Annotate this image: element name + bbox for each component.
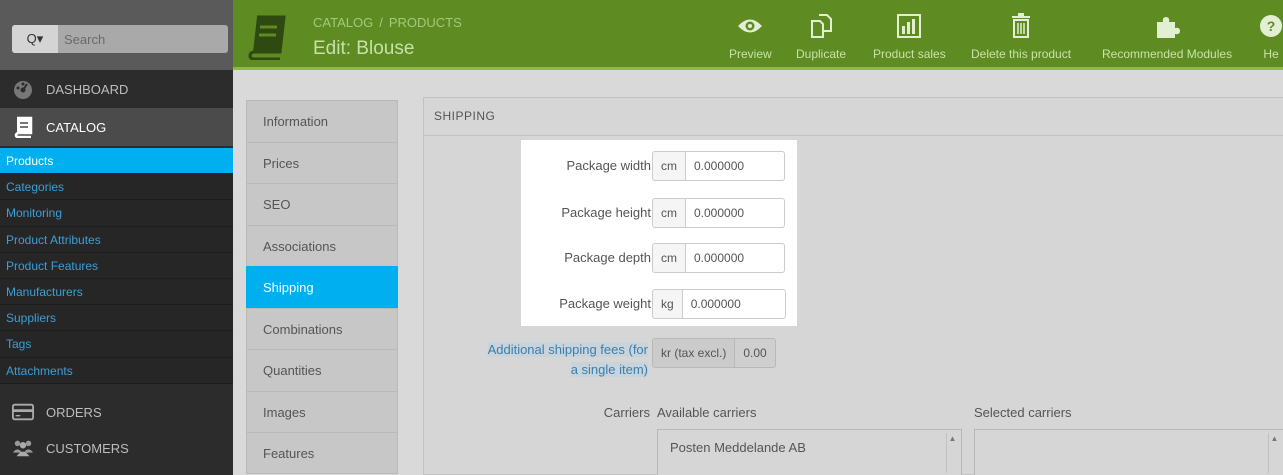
product-tabs: Information Prices SEO Associations Ship… <box>246 100 398 474</box>
sidebar-section-label: ORDERS <box>46 404 102 420</box>
delete-product-label: Delete this product <box>971 47 1072 61</box>
package-weight-label: Package weight <box>559 296 651 311</box>
fees-label-line1: Additional shipping fees (for <box>487 342 648 357</box>
sidebar-section-catalog[interactable]: CATALOG <box>0 108 233 146</box>
carriers-label: Carriers <box>603 405 650 420</box>
tab-prices[interactable]: Prices <box>246 141 398 183</box>
selected-carriers-list[interactable]: ▲ <box>974 429 1283 475</box>
duplicate-label: Duplicate <box>796 47 847 61</box>
available-carriers-list[interactable]: Posten Meddelande AB ▲ <box>657 429 962 475</box>
breadcrumb-products[interactable]: PRODUCTS <box>389 15 462 30</box>
puzzle-icon <box>1153 12 1181 40</box>
package-depth-row: Package depth cm 0.000000 <box>521 243 797 273</box>
dashboard-gauge-icon <box>12 78 34 100</box>
help-label: He <box>1263 47 1279 61</box>
sidebar-item-manufacturers[interactable]: Manufacturers <box>0 278 233 306</box>
trash-icon <box>1007 12 1035 40</box>
sidebar-section-label: CATALOG <box>46 119 107 135</box>
sidebar-section-orders[interactable]: ORDERS <box>0 394 233 430</box>
unit-addon: cm <box>652 198 685 228</box>
help-icon: ? <box>1257 12 1283 40</box>
eye-icon <box>736 12 764 40</box>
search-type-label: Q▾ <box>26 31 44 46</box>
catalog-submenu: Products Categories Monitoring Product A… <box>0 148 233 384</box>
currency-addon: kr (tax excl.) <box>652 338 735 368</box>
users-icon <box>12 437 34 459</box>
sidebar-section-label: CUSTOMERS <box>46 440 129 456</box>
breadcrumb: CATALOG / PRODUCTS <box>313 15 462 30</box>
tab-combinations[interactable]: Combinations <box>246 307 398 349</box>
package-height-label: Package height <box>561 205 651 220</box>
package-width-label: Package width <box>566 158 651 173</box>
scrollbar-up-icon[interactable]: ▲ <box>946 433 958 473</box>
tab-features[interactable]: Features <box>246 432 398 474</box>
bar-chart-icon <box>895 12 923 40</box>
sidebar-item-suppliers[interactable]: Suppliers <box>0 305 233 332</box>
product-sales-button[interactable]: Product sales <box>873 12 946 62</box>
carrier-option[interactable]: Posten Meddelande AB <box>658 430 961 465</box>
recommended-modules-label: Recommended Modules <box>1102 47 1233 61</box>
package-depth-label: Package depth <box>564 250 651 265</box>
sidebar-item-product-attributes[interactable]: Product Attributes <box>0 226 233 253</box>
package-width-row: Package width cm 0.000000 <box>521 151 797 181</box>
credit-card-icon <box>12 401 34 423</box>
tab-associations[interactable]: Associations <box>246 224 398 266</box>
page-header: CATALOG / PRODUCTS Edit: Blouse Preview Du… <box>233 0 1283 67</box>
book-icon <box>12 116 34 138</box>
unit-addon: cm <box>652 243 685 273</box>
search-bar: Q▾ <box>0 0 233 70</box>
sidebar-section-dashboard[interactable]: DASHBOARD <box>0 70 233 108</box>
additional-shipping-fees-label: Additional shipping fees (for a single i… <box>450 340 648 380</box>
book-icon <box>247 14 289 61</box>
additional-fees-group: kr (tax excl.) 0.00 <box>652 338 776 368</box>
search-input[interactable] <box>64 25 224 53</box>
duplicate-button[interactable]: Duplicate <box>796 12 846 62</box>
sidebar-section-customers[interactable]: CUSTOMERS <box>0 430 233 466</box>
sidebar: Q▾ DASHBOARD CATALOG Products Categories… <box>0 0 233 475</box>
product-sales-label: Product sales <box>873 47 946 61</box>
available-carriers-title: Available carriers <box>657 405 757 420</box>
package-dimensions-box: Package width cm 0.000000 Package height… <box>521 140 797 326</box>
search-type-button[interactable]: Q▾ <box>12 25 58 53</box>
fees-label-line2: a single item) <box>570 362 648 377</box>
help-button[interactable]: ? He <box>1257 12 1283 62</box>
package-height-input[interactable]: 0.000000 <box>685 198 785 228</box>
sidebar-item-products[interactable]: Products <box>0 148 233 175</box>
sidebar-item-attachments[interactable]: Attachments <box>0 357 233 384</box>
package-weight-row: Package weight kg 0.000000 <box>521 289 797 319</box>
package-depth-input[interactable]: 0.000000 <box>685 243 785 273</box>
duplicate-icon <box>807 12 835 40</box>
sidebar-item-tags[interactable]: Tags <box>0 331 233 358</box>
tab-images[interactable]: Images <box>246 390 398 432</box>
unit-addon: kg <box>652 289 682 319</box>
scrollbar-up-icon[interactable]: ▲ <box>1268 433 1280 473</box>
breadcrumb-catalog[interactable]: CATALOG <box>313 15 373 30</box>
tab-quantities[interactable]: Quantities <box>246 349 398 391</box>
sidebar-item-monitoring[interactable]: Monitoring <box>0 200 233 227</box>
panel-heading: SHIPPING <box>424 98 1283 136</box>
package-width-input[interactable]: 0.000000 <box>685 151 785 181</box>
breadcrumb-separator: / <box>379 15 383 30</box>
delete-product-button[interactable]: Delete this product <box>971 12 1071 62</box>
recommended-modules-button[interactable]: Recommended Modules <box>1102 12 1232 62</box>
tab-seo[interactable]: SEO <box>246 183 398 225</box>
product-tabs-column: Information Prices SEO Associations Ship… <box>233 70 410 475</box>
tab-shipping[interactable]: Shipping <box>246 266 398 308</box>
preview-label: Preview <box>729 47 772 61</box>
sidebar-item-categories[interactable]: Categories <box>0 174 233 201</box>
svg-text:?: ? <box>1267 18 1276 34</box>
page-title: Edit: Blouse <box>313 38 415 59</box>
additional-fees-input[interactable]: 0.00 <box>734 338 776 368</box>
sidebar-section-label: DASHBOARD <box>46 81 129 97</box>
package-weight-input[interactable]: 0.000000 <box>681 289 786 319</box>
unit-addon: cm <box>652 151 685 181</box>
selected-carriers-title: Selected carriers <box>974 405 1072 420</box>
package-height-row: Package height cm 0.000000 <box>521 198 797 228</box>
sidebar-item-product-features[interactable]: Product Features <box>0 252 233 279</box>
preview-button[interactable]: Preview <box>729 12 772 62</box>
search-box: Q▾ <box>12 25 228 53</box>
tab-information[interactable]: Information <box>246 100 398 142</box>
